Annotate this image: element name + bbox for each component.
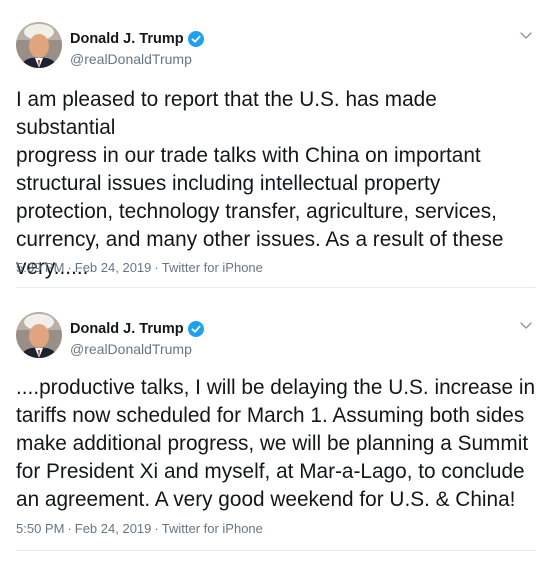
separator: · (154, 260, 159, 275)
divider (16, 287, 536, 288)
tweet-text: I am pleased to report that the U.S. has… (16, 88, 504, 279)
display-name[interactable]: Donald J. Trump (70, 31, 184, 47)
tweet[interactable]: Donald J. Trump @realDonaldTrump ....pro… (0, 290, 550, 567)
tweet-source[interactable]: Twitter for iPhone (162, 260, 263, 275)
verified-badge-icon (187, 321, 204, 337)
chevron-down-icon[interactable] (519, 28, 533, 42)
tweet-time[interactable]: 5:50 PM (16, 521, 64, 536)
author-name-row[interactable]: Donald J. Trump (70, 321, 204, 337)
tweet-source[interactable]: Twitter for iPhone (162, 521, 263, 536)
tweet[interactable]: Donald J. Trump @realDonaldTrump I am pl… (0, 0, 550, 290)
separator: · (154, 521, 159, 536)
author-handle[interactable]: @realDonaldTrump (70, 51, 192, 67)
author-name-row[interactable]: Donald J. Trump (70, 31, 204, 47)
chevron-down-icon[interactable] (519, 318, 533, 332)
avatar[interactable] (16, 312, 62, 358)
author-handle[interactable]: @realDonaldTrump (70, 341, 192, 357)
avatar[interactable] (16, 22, 62, 68)
tweet-date[interactable]: Feb 24, 2019 (75, 260, 152, 275)
separator: · (67, 260, 72, 275)
divider (16, 550, 536, 551)
tweet-date[interactable]: Feb 24, 2019 (75, 521, 152, 536)
display-name[interactable]: Donald J. Trump (70, 321, 184, 337)
tweet-metadata: 5:39 PM · Feb 24, 2019 · Twitter for iPhone (16, 260, 263, 275)
verified-badge-icon (187, 31, 204, 47)
separator: · (67, 521, 72, 536)
tweet-metadata: 5:50 PM · Feb 24, 2019 · Twitter for iPhone (16, 521, 263, 536)
tweet-time[interactable]: 5:39 PM (16, 260, 64, 275)
tweet-text: ....productive talks, I will be delaying… (16, 376, 536, 511)
